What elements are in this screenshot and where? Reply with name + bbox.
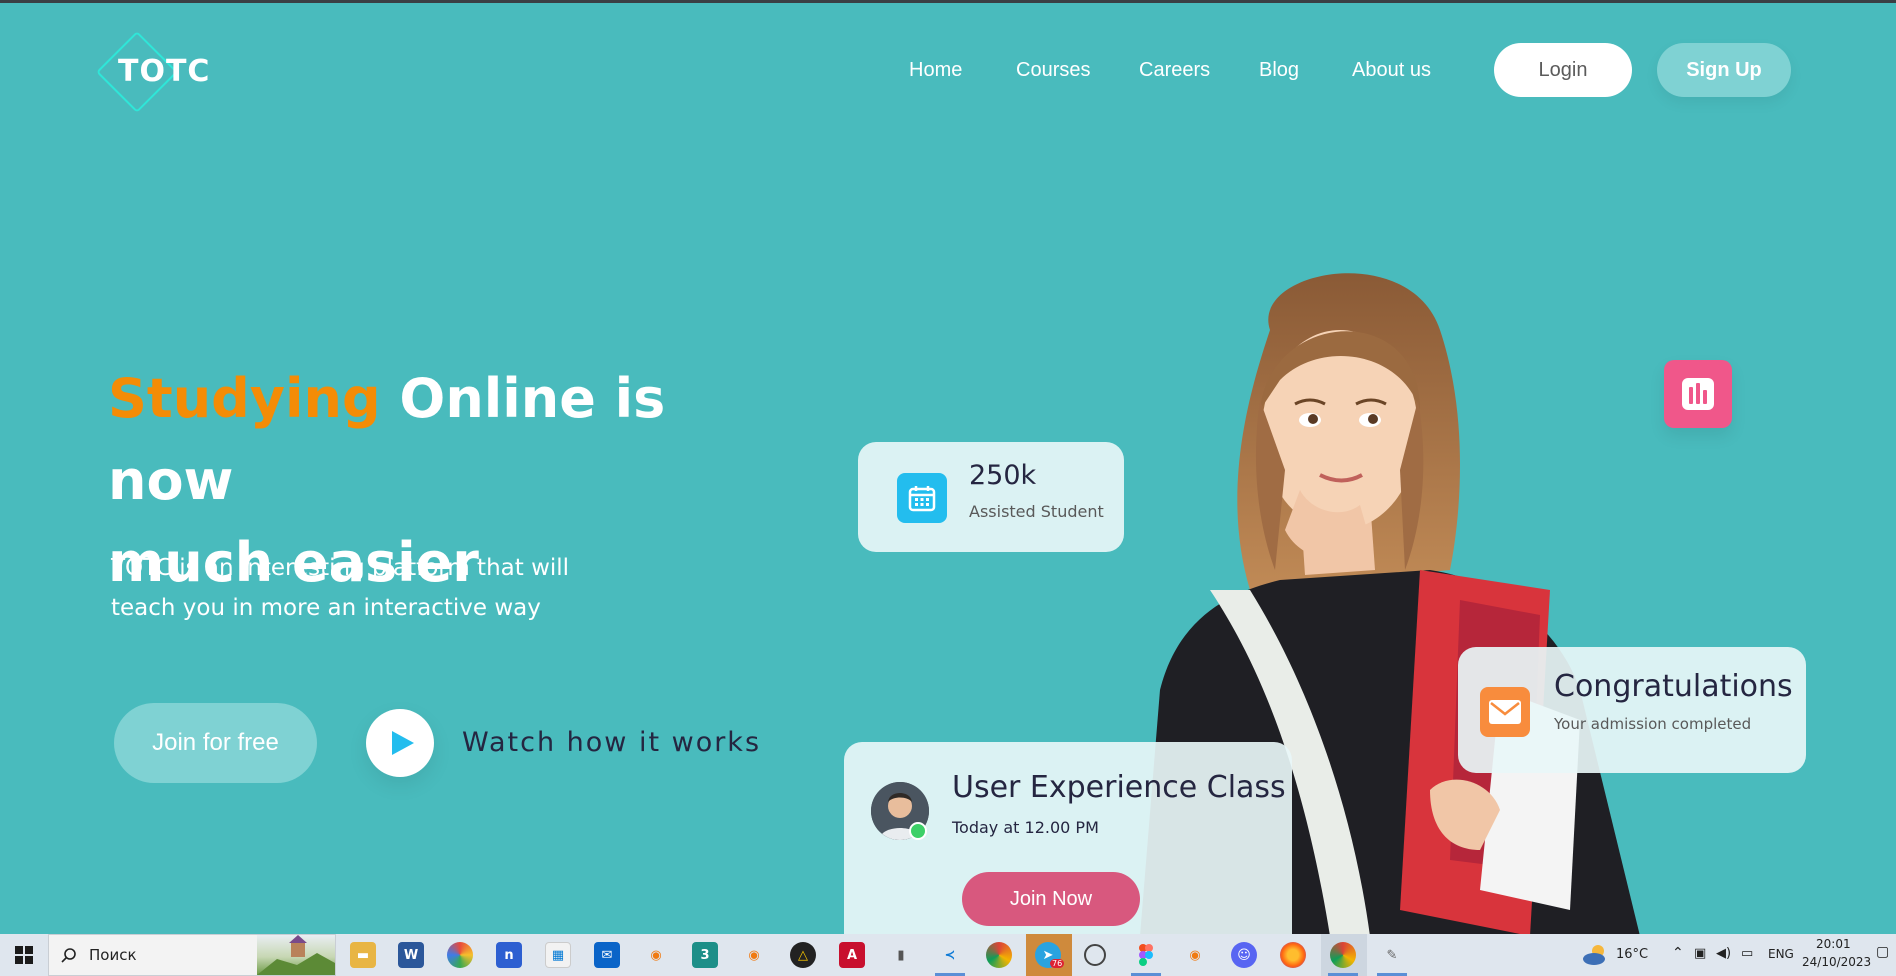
n-app-icon[interactable]: n [496,942,522,968]
weather-cloud-icon [1583,945,1605,965]
hero-subtitle: TOTC is an interesting platform that wil… [111,548,631,628]
signup-button[interactable]: Sign Up [1657,43,1791,97]
start-button[interactable] [0,934,48,976]
blender-icon[interactable]: ◉ [643,942,669,968]
congratulations-card: Congratulations Your admission completed [1458,647,1806,773]
play-video-button[interactable] [366,709,434,777]
login-button[interactable]: Login [1494,43,1632,97]
assisted-students-card: 250k Assisted Student [858,442,1124,552]
assisted-students-count: 250k [969,460,1037,491]
clock-date[interactable]: 24/10/2023 [1802,955,1871,969]
notifications-icon[interactable]: ▢ [1876,944,1889,960]
microphone-app-icon[interactable]: ▮ [888,942,914,968]
telegram-badge: 76 [1050,959,1065,968]
weather-temperature: 16°C [1616,947,1649,962]
color-picker-icon[interactable] [447,942,473,968]
mail-app-icon[interactable]: ✉ [594,942,620,968]
blender-icon-3[interactable]: ◉ [1182,942,1208,968]
obs-icon[interactable] [1084,944,1106,966]
discord-icon[interactable]: ☺ [1231,942,1257,968]
window-top-border [0,0,1896,3]
file-explorer-icon[interactable]: ▬ [350,942,376,968]
vscode-icon[interactable]: ≺ [937,942,963,968]
watch-how-it-works-link[interactable]: Watch how it works [462,727,761,758]
3d-app-icon[interactable]: 3 [692,942,718,968]
paint-icon[interactable]: ✎ [1379,942,1405,968]
class-time: Today at 12.00 PM [952,818,1099,837]
hero-subtitle-line1: TOTC is an interesting platform that wil… [111,555,570,581]
search-placeholder: Поиск [89,946,137,964]
tray-expand-icon[interactable]: ⌃ [1672,945,1684,961]
search-icon [61,948,76,963]
figma-icon[interactable] [1133,942,1159,968]
clock-time[interactable]: 20:01 [1816,937,1851,951]
chrome-icon-2[interactable] [1330,942,1356,968]
chrome-icon[interactable] [986,942,1012,968]
hero-subtitle-line2: teach you in more an interactive way [111,595,541,621]
meet-now-icon[interactable]: ▣ [1694,946,1706,961]
logo-text: TOTC [118,54,211,89]
language-indicator[interactable]: ENG [1768,947,1794,961]
firefox-icon[interactable] [1280,942,1306,968]
site-logo[interactable]: TOTC [95,30,218,114]
mail-icon [1480,687,1530,737]
congratulations-title: Congratulations [1554,669,1793,704]
online-status-dot [909,822,927,840]
assisted-students-label: Assisted Student [969,502,1104,521]
store-icon[interactable]: ▦ [545,942,571,968]
class-title: User Experience Class [952,770,1286,805]
nav-blog[interactable]: Blog [1259,59,1299,82]
word-icon[interactable]: W [398,942,424,968]
autocad-icon[interactable]: A [839,942,865,968]
volume-icon[interactable]: ◀) [1716,946,1731,961]
hero-title-accent: Studying [108,367,381,430]
archicad-icon[interactable]: △ [790,942,816,968]
join-now-button[interactable]: Join Now [962,872,1140,926]
taskbar-search[interactable]: Поиск [48,934,336,976]
network-icon[interactable]: ▭ [1741,946,1753,961]
windows-taskbar: Поиск ▬ W n ▦ ✉ ◉ 3 ◉ △ A ▮ ≺ ➤ 76 ◉ ☺ ✎… [0,934,1896,976]
join-for-free-button[interactable]: Join for free [114,703,317,783]
nav-home[interactable]: Home [909,59,962,82]
play-icon [392,731,414,755]
windows-icon [15,946,33,964]
calendar-icon [897,473,947,523]
congratulations-subtitle: Your admission completed [1554,715,1752,733]
blender-icon-2[interactable]: ◉ [741,942,767,968]
search-highlight-image [257,935,335,975]
nav-about-us[interactable]: About us [1352,59,1431,82]
nav-careers[interactable]: Careers [1139,59,1210,82]
nav-courses[interactable]: Courses [1016,59,1090,82]
bar-chart-icon [1664,360,1732,428]
